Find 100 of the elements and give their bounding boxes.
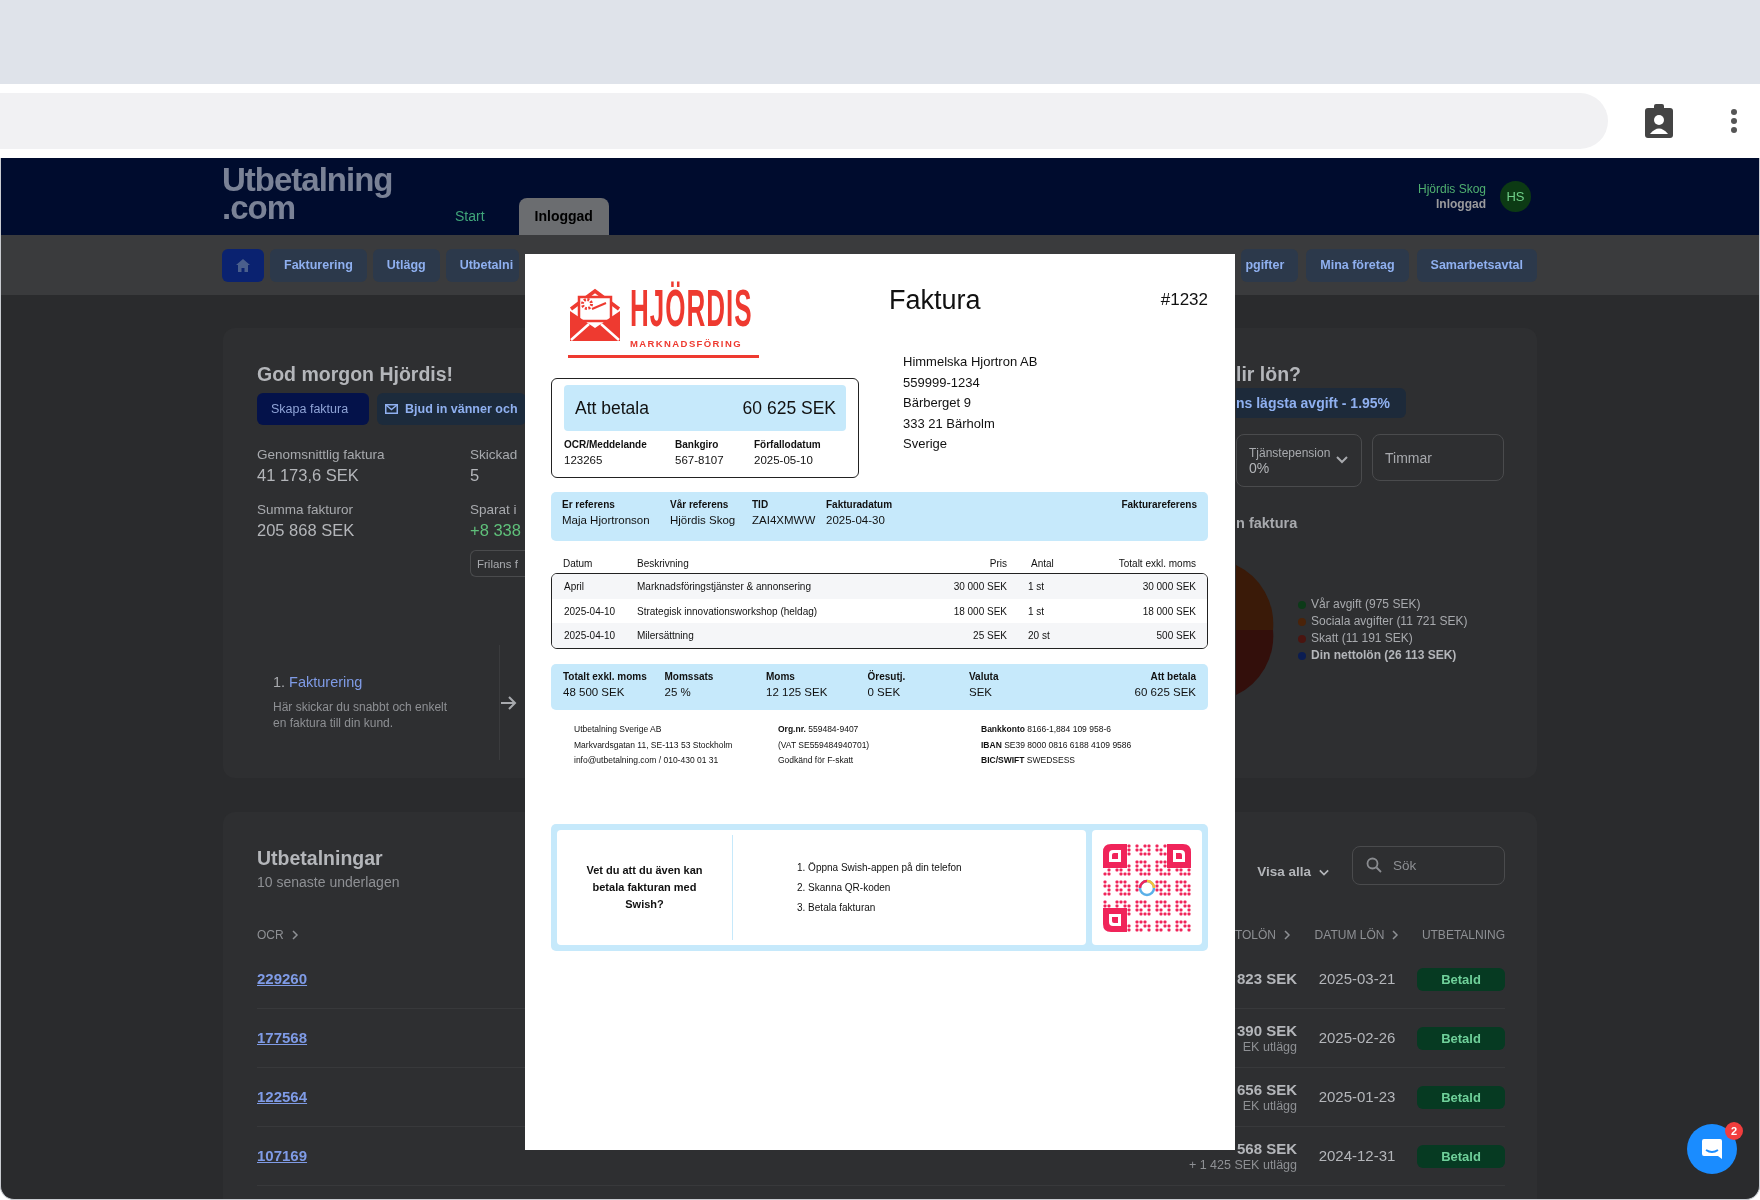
status-badge: Betald xyxy=(1417,1026,1505,1050)
menu-icon[interactable] xyxy=(1730,108,1738,134)
ocr-link[interactable]: 107169 xyxy=(257,1147,308,1164)
nav-link[interactable]: Samarbetsavtal xyxy=(1416,248,1537,282)
nav-link[interactable]: Mina företag xyxy=(1306,248,1409,282)
field-value: 123265 xyxy=(564,453,604,468)
tab[interactable]: Inloggad xyxy=(518,198,609,235)
field-value: 0 SEK xyxy=(867,685,902,701)
expense-note: EK utlägg xyxy=(1241,1040,1297,1054)
table-cell-text: 18 000 SEK xyxy=(952,605,1007,617)
pension-select[interactable]: Tjänstepension 0% xyxy=(1236,434,1362,487)
field-value: 48 500 SEK xyxy=(563,685,626,701)
invite-button[interactable]: Bjud in vänner och xyxy=(377,393,526,425)
field-value: 12 125 SEK xyxy=(766,685,829,701)
user-status: Inloggad xyxy=(1435,196,1486,212)
field-label: Totalt exkl. moms xyxy=(563,670,648,685)
profile-icon[interactable] xyxy=(1644,103,1674,139)
chevron-right-icon xyxy=(1282,929,1291,941)
tab[interactable]: Start xyxy=(455,198,499,235)
amount: 390 SEK xyxy=(1236,1022,1297,1039)
stat-value: 41 173,6 SEK xyxy=(257,465,360,486)
search-field[interactable]: Sök xyxy=(1352,846,1505,885)
hours-field[interactable]: Timmar xyxy=(1372,434,1504,481)
stat-label: Skickad xyxy=(470,446,519,464)
legend-label: Din nettolön (26 113 SEK) xyxy=(1311,648,1457,663)
footer-text: Utbetalning Sverige AB xyxy=(574,723,663,737)
arrow-right-icon[interactable] xyxy=(501,695,517,710)
address-line: 559999-1234 xyxy=(903,373,981,392)
table-cell-text: Strategisk innovationsworkshop (heldag) xyxy=(637,605,819,617)
field-value: Hjördis Skog xyxy=(670,513,737,528)
search-icon xyxy=(1366,857,1382,873)
field-value: 60 625 SEK xyxy=(1133,685,1196,701)
column-header: Antal xyxy=(1030,557,1055,569)
table-cell-text: 1 st xyxy=(1028,605,1046,617)
field-label: Fakturareferens xyxy=(1121,498,1197,512)
site-logo[interactable]: Utbetalning .com xyxy=(222,158,455,235)
field-label: Momssats xyxy=(664,670,715,685)
greeting-heading: God morgon Hjördis! xyxy=(257,362,455,386)
date: 2025-02-26 xyxy=(1318,1029,1396,1046)
column-header[interactable]: DATUM LÖN xyxy=(1314,928,1400,942)
stat-label: Summa fakturor xyxy=(257,501,355,519)
field-label: Bankgiro xyxy=(675,438,720,452)
table-cell-text: April xyxy=(563,580,585,592)
table-cell-text: 30 000 SEK xyxy=(1141,580,1196,592)
nav-link[interactable]: Fakturering xyxy=(270,248,367,282)
status-badge: Betald xyxy=(1417,1085,1505,1109)
ocr-link[interactable]: 229260 xyxy=(257,970,308,987)
step-number: 1. xyxy=(273,674,286,690)
field-label: Valuta xyxy=(969,670,1000,685)
ocr-link[interactable]: 122564 xyxy=(257,1088,308,1105)
column-header: Pris xyxy=(988,557,1007,569)
field-label: Er referens xyxy=(562,498,616,512)
field-label: Fakturadatum xyxy=(826,498,893,512)
address-line: Himmelska Hjortron AB xyxy=(903,353,1039,371)
nav-link[interactable]: Utlägg xyxy=(372,248,440,282)
footer-text: IBAN SE39 8000 0816 6188 4109 9586 xyxy=(981,738,1133,752)
table-cell-text: 25 SEK xyxy=(972,630,1007,642)
field-label: Att betala xyxy=(1149,670,1196,685)
swish-step: 3. Betala fakturan xyxy=(797,899,962,917)
field-value: ZAI4XMWW xyxy=(752,513,816,528)
nav-link[interactable]: Utbetalni xyxy=(445,248,519,282)
table-cell-text: Marknadsföringstjänster & annonsering xyxy=(637,580,812,592)
filter-dropdown[interactable]: Visa alla xyxy=(1257,864,1330,879)
column-header[interactable]: TOLÖN xyxy=(1234,928,1291,942)
mail-icon xyxy=(385,404,398,414)
amount-due-banner: Att betala 60 625 SEK xyxy=(564,385,846,431)
table-cell-text: 500 SEK xyxy=(1155,630,1196,642)
user-name: Hjördis Skog xyxy=(1417,181,1486,197)
ocr-link[interactable]: 177568 xyxy=(257,1029,308,1046)
table-cell-text: 20 st xyxy=(1028,630,1051,642)
footer-text: info@utbetalning.com / 010-430 01 31 xyxy=(574,754,720,768)
field-value: 2025-04-30 xyxy=(826,513,886,528)
payouts-subtitle: 10 senaste underlagen xyxy=(257,874,401,890)
swish-question: Vet du att du även kan betala fakturan med Swish? xyxy=(585,863,704,913)
home-icon xyxy=(236,258,250,272)
create-invoice-button[interactable]: Skapa faktura xyxy=(257,393,369,425)
chat-icon xyxy=(1700,1137,1724,1161)
table-cell-text: 18 000 SEK xyxy=(1141,605,1196,617)
field-value: SEK xyxy=(969,685,993,701)
fee-badge: ns lägsta avgift - 1.95% xyxy=(1236,388,1406,418)
stat-label: Sparat i xyxy=(470,501,518,519)
footer-text: (VAT SE559484940701) xyxy=(778,738,871,752)
expense-note: EK utlägg xyxy=(1241,1099,1297,1113)
avatar[interactable]: HS xyxy=(1500,181,1531,212)
table-cell-text: 30 000 SEK xyxy=(952,580,1007,592)
table-cell-text: 2025-04-10 xyxy=(563,630,617,642)
status-badge: Betald xyxy=(1417,1144,1505,1168)
stat-value: 5 xyxy=(470,465,481,486)
footer-text: Bankkonto 8166-1,884 109 958-6 xyxy=(981,723,1112,737)
amount: 656 SEK xyxy=(1236,1081,1297,1098)
column-header[interactable]: OCR xyxy=(257,928,299,942)
expense-note: + 1 425 SEK utlägg xyxy=(1187,1158,1297,1172)
chevron-down-icon xyxy=(1335,453,1349,465)
legend-label: Skatt (11 191 SEK) xyxy=(1311,631,1413,646)
address-line: Bärberget 9 xyxy=(903,394,972,412)
amount: 568 SEK xyxy=(1236,1140,1297,1157)
nav-link[interactable]: pgifter xyxy=(1241,248,1299,282)
field-label: Förfallodatum xyxy=(754,438,822,452)
step-link[interactable]: Fakturering xyxy=(289,674,363,690)
legend-label: Sociala avgifter (11 721 SEK) xyxy=(1311,614,1468,629)
